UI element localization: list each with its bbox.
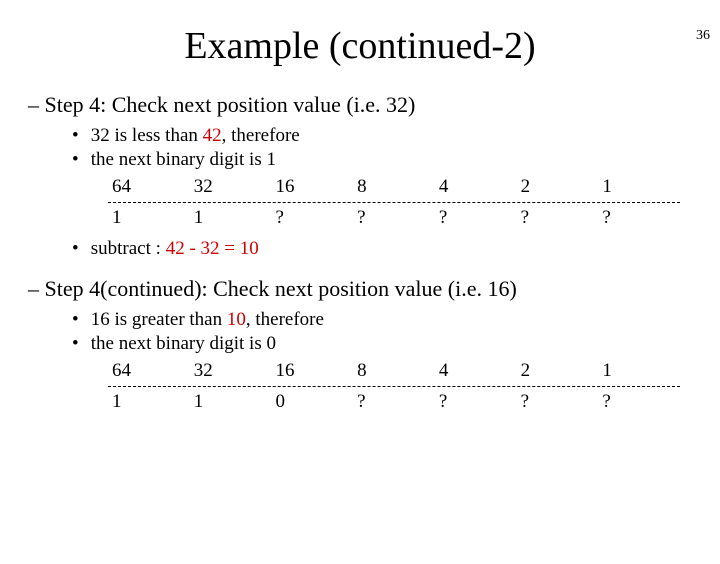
position-table: 64 32 16 8 4 2 1 1 1 0 ? ? ? ? — [108, 360, 680, 413]
page-number: 36 — [696, 28, 710, 44]
cell: ? — [435, 391, 517, 413]
col-header: 32 — [190, 176, 272, 198]
bullet-text: 16 is greater than — [91, 309, 227, 330]
table-header-row: 64 32 16 8 4 2 1 — [108, 360, 680, 382]
cell: 1 — [108, 207, 190, 229]
dash: – — [28, 92, 45, 117]
col-header: 4 — [435, 360, 517, 382]
bullet-dot: • — [72, 308, 86, 332]
bullet-dot: • — [72, 124, 86, 148]
step-heading-text: Step 4(continued): Check next position v… — [45, 276, 517, 301]
divider — [108, 386, 680, 387]
col-header: 64 — [108, 360, 190, 382]
bullet-text: 32 is less than — [91, 125, 203, 146]
table-value-row: 1 1 ? ? ? ? ? — [108, 207, 680, 229]
bullet-highlight: 10 — [227, 309, 246, 330]
cell: 1 — [108, 391, 190, 413]
bullet-text: subtract : — [91, 238, 166, 259]
cell: 0 — [271, 391, 353, 413]
bullet: • the next binary digit is 0 — [72, 332, 720, 356]
bullet-text: , therefore — [222, 125, 300, 146]
col-header: 4 — [435, 176, 517, 198]
slide-title: Example (continued-2) — [0, 24, 720, 68]
bullet: • the next binary digit is 1 — [72, 148, 720, 172]
cell: 1 — [190, 391, 272, 413]
col-header: 1 — [598, 360, 680, 382]
position-table: 64 32 16 8 4 2 1 1 1 ? ? ? ? ? — [108, 176, 680, 229]
bullet-text: the next binary digit is 1 — [91, 149, 276, 170]
col-header: 32 — [190, 360, 272, 382]
cell: ? — [435, 207, 517, 229]
subtract-equation: 42 - 32 = 10 — [166, 238, 259, 259]
cell: ? — [353, 391, 435, 413]
bullet: • subtract : 42 - 32 = 10 — [72, 237, 720, 261]
bullet-text: , therefore — [246, 309, 324, 330]
cell: ? — [271, 207, 353, 229]
bullet-dot: • — [72, 237, 86, 261]
dash: – — [28, 276, 45, 301]
cell: ? — [598, 391, 680, 413]
bullet-dot: • — [72, 332, 86, 356]
col-header: 1 — [598, 176, 680, 198]
cell: 1 — [190, 207, 272, 229]
bullet: • 32 is less than 42, therefore — [72, 124, 720, 148]
col-header: 2 — [517, 176, 599, 198]
bullet-text: the next binary digit is 0 — [91, 333, 276, 354]
col-header: 16 — [271, 360, 353, 382]
bullet-dot: • — [72, 148, 86, 172]
col-header: 8 — [353, 176, 435, 198]
col-header: 2 — [517, 360, 599, 382]
step-heading: – Step 4(continued): Check next position… — [28, 276, 720, 302]
cell: ? — [353, 207, 435, 229]
cell: ? — [517, 391, 599, 413]
divider — [108, 202, 680, 203]
col-header: 64 — [108, 176, 190, 198]
step-heading: – Step 4: Check next position value (i.e… — [28, 92, 720, 118]
table-value-row: 1 1 0 ? ? ? ? — [108, 391, 680, 413]
cell: ? — [598, 207, 680, 229]
bullet: • 16 is greater than 10, therefore — [72, 308, 720, 332]
table-header-row: 64 32 16 8 4 2 1 — [108, 176, 680, 198]
col-header: 8 — [353, 360, 435, 382]
step-heading-text: Step 4: Check next position value (i.e. … — [45, 92, 416, 117]
bullet-highlight: 42 — [203, 125, 222, 146]
cell: ? — [517, 207, 599, 229]
col-header: 16 — [271, 176, 353, 198]
